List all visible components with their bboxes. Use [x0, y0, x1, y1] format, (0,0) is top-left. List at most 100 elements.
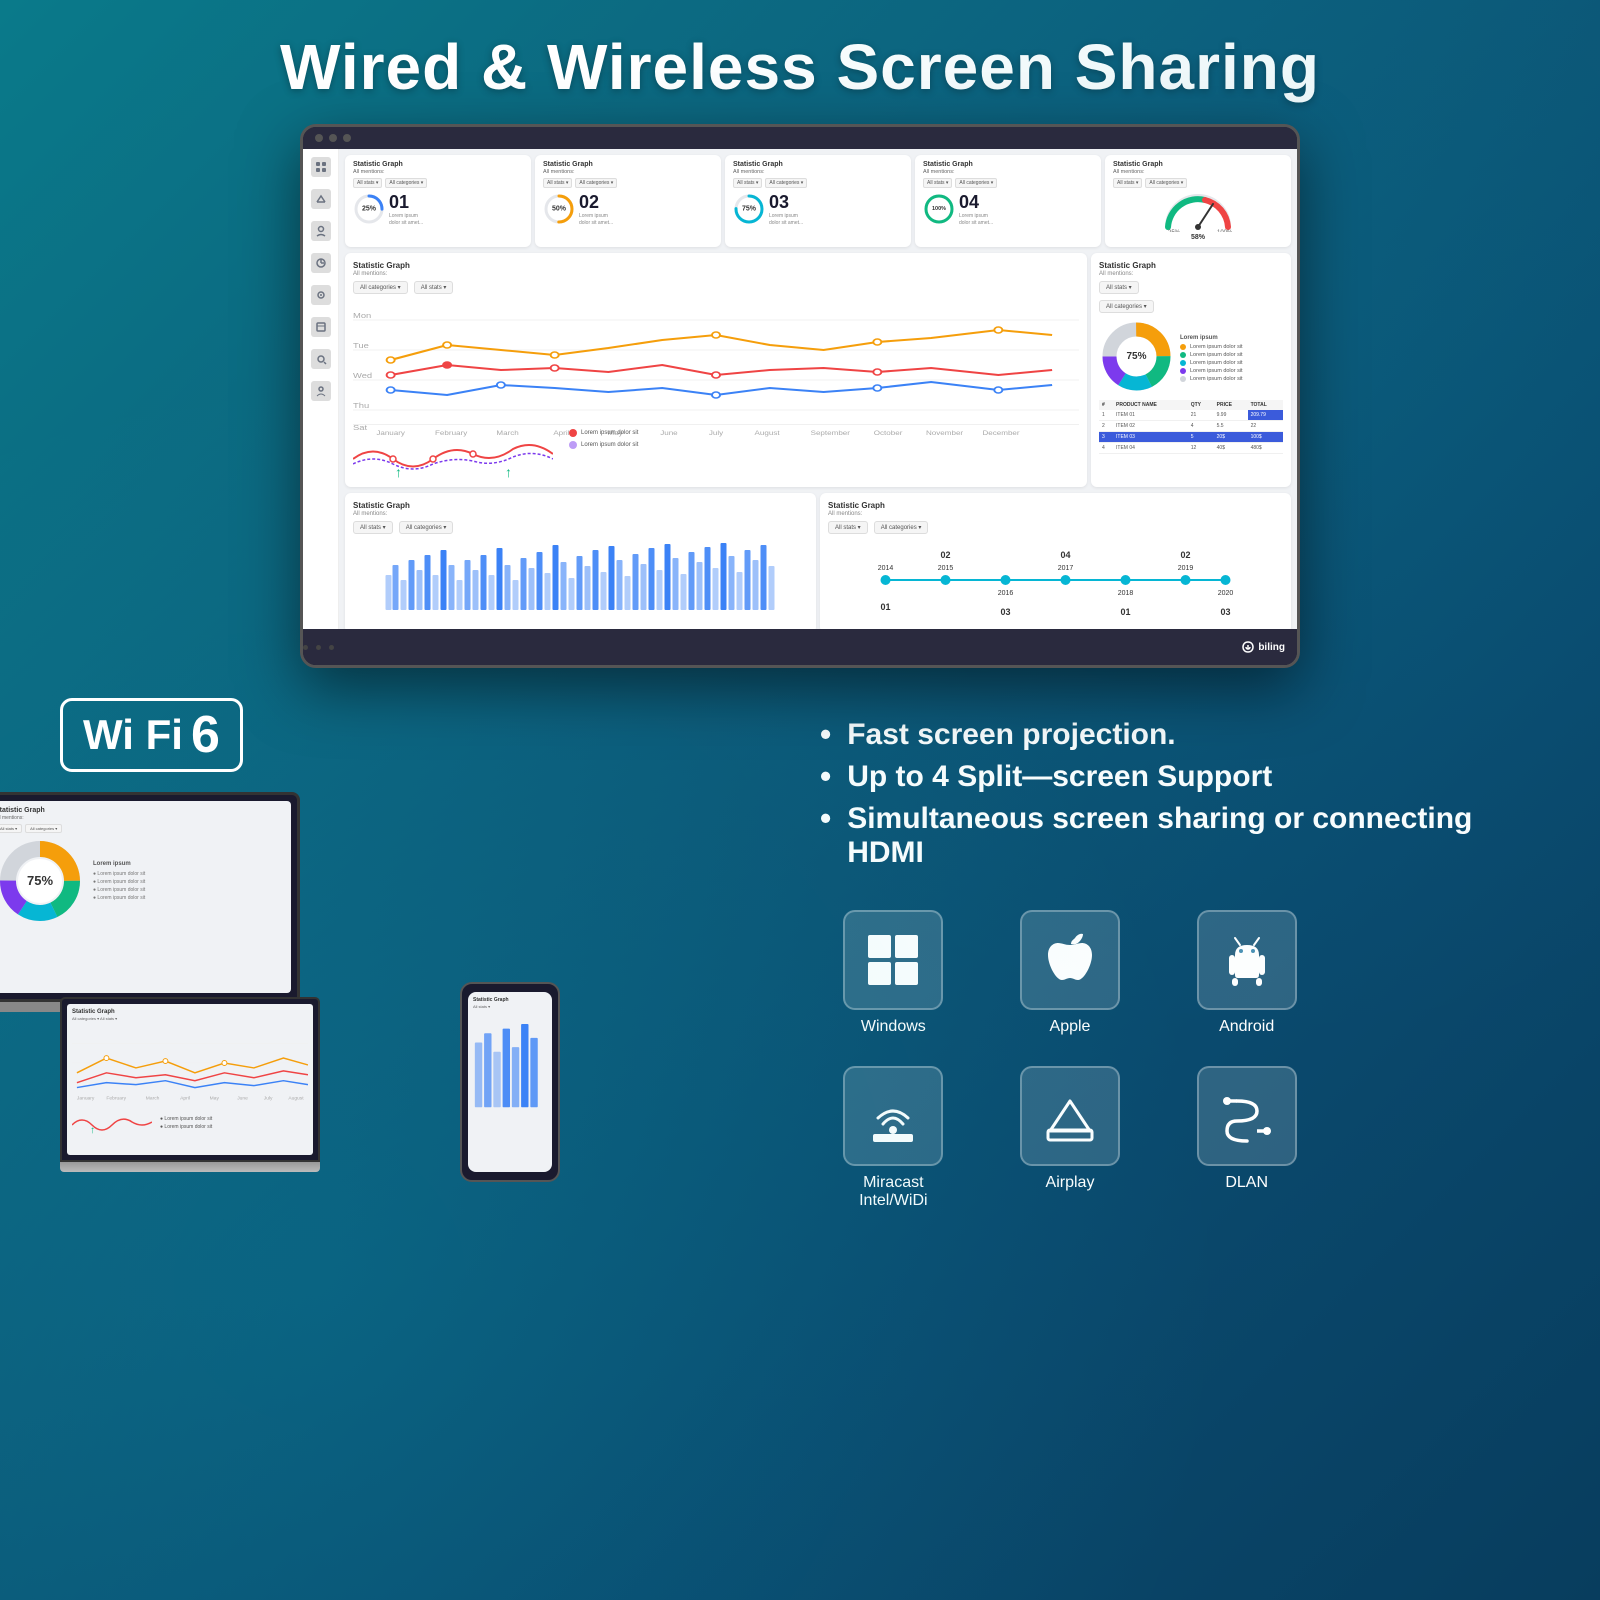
table-row: 2 ITEM 02 4 5.5 22: [1099, 421, 1283, 432]
stat-card-3-dropdown-stats[interactable]: All stats ▾: [733, 178, 762, 188]
table-col-product: PRODUCT NAME: [1113, 400, 1188, 410]
table-col-qty: QTY: [1188, 400, 1214, 410]
svg-text:June: June: [660, 430, 678, 437]
device-desktop-screen: Statistic Graph All mentions: All stats …: [0, 792, 300, 1002]
device-desktop-dd1[interactable]: All stats ▾: [0, 824, 22, 833]
device-laptop-sub: All categories ▾ All stats ▾: [72, 1016, 308, 1021]
stat-card-1-num: 01: [389, 192, 423, 213]
stat-card-5-title: Statistic Graph: [1113, 161, 1283, 168]
stat-card-3-title: Statistic Graph: [733, 161, 903, 168]
sidebar-icon-8[interactable]: [311, 381, 331, 401]
svg-text:75%: 75%: [27, 873, 53, 888]
bar-dropdown-cat[interactable]: All categories ▾: [399, 521, 454, 534]
svg-text:02: 02: [1180, 550, 1190, 560]
donut-legend-label-1: Lorem ipsum dolor sit: [1190, 344, 1243, 350]
table-col-price: PRICE: [1214, 400, 1248, 410]
table-row-highlight: 3 ITEM 03 5 20$ 100$: [1099, 432, 1283, 443]
stat-card-4-num: 04: [959, 192, 993, 213]
svg-text:Wed: Wed: [353, 371, 373, 379]
stat-card-2-dropdown-stats[interactable]: All stats ▾: [543, 178, 572, 188]
donut-dropdown-cat[interactable]: All categories ▾: [1099, 300, 1154, 313]
svg-text:June: June: [237, 1095, 248, 1101]
stat-card-1-title: Statistic Graph: [353, 161, 523, 168]
device-phone-sub: All stats ▾: [473, 1004, 547, 1009]
sidebar-icon-1[interactable]: [311, 157, 331, 177]
sidebar-icon-4[interactable]: [311, 253, 331, 273]
miracast-icon: [863, 1086, 923, 1146]
device-laptop: Statistic Graph All categories ▾ All sta…: [60, 997, 320, 1172]
timeline-dropdown-cat[interactable]: All categories ▾: [874, 521, 929, 534]
donut-legend-4: Lorem ipsum dolor sit: [1180, 368, 1243, 374]
stat-card-1-pct: 25%: [362, 206, 376, 213]
svg-text:August: August: [755, 430, 780, 437]
donut-body: 75% Lorem ipsum Lorem ipsum dolor sit: [1099, 319, 1283, 394]
svg-text:February: February: [106, 1095, 126, 1101]
bar-chart-panel: Statistic Graph All mentions: All stats …: [345, 493, 816, 629]
line-chart-title: Statistic Graph: [353, 261, 1079, 270]
donut-dropdown-stats[interactable]: All stats ▾: [1099, 281, 1139, 294]
sidebar-icon-5[interactable]: [311, 285, 331, 305]
donut-legend-3: Lorem ipsum dolor sit: [1180, 360, 1243, 366]
wifi6-badge: Wi Fi 6: [60, 698, 243, 772]
sidebar-icon-3[interactable]: [311, 221, 331, 241]
wave-legend: Lorem ipsum dolor sit Lorem ipsum dolor …: [569, 429, 638, 449]
line-chart-dropdown-stats[interactable]: All stats ▾: [414, 281, 454, 294]
device-desktop: Statistic Graph All mentions: All stats …: [0, 792, 300, 1026]
svg-text:Thu: Thu: [353, 401, 370, 409]
miracast-icon-item: MiracastIntel/WiDi: [820, 1066, 967, 1210]
bar-chart-sub: All mentions:: [353, 511, 808, 517]
donut-sub: All mentions:: [1099, 271, 1283, 277]
stat-card-2-desc: Lorem ipsumdolor sit amet...: [579, 213, 613, 226]
device-desktop-sub: All mentions:: [0, 815, 285, 821]
sidebar-icon-6[interactable]: [311, 317, 331, 337]
stat-card-4-dropdown-cat[interactable]: All categories ▾: [955, 178, 997, 188]
device-laptop-wave: ↑ ● Lorem ipsum dolor sit ● Lorem ipsum …: [72, 1110, 308, 1135]
device-laptop-dash: Statistic Graph All categories ▾ All sta…: [67, 1004, 313, 1155]
donut-dot-3: [1180, 360, 1186, 366]
sidebar-icon-7[interactable]: [311, 349, 331, 369]
device-desktop-controls: All stats ▾ All categories ▾: [0, 824, 285, 833]
monitor-bezel-top: [303, 127, 1297, 149]
svg-text:April: April: [553, 430, 570, 437]
timeline-dropdown-stats[interactable]: All stats ▾: [828, 521, 868, 534]
table-row: 1 ITEM 01 21 9.99 209.79: [1099, 410, 1283, 421]
stat-card-1-dropdown-stats[interactable]: All stats ▾: [353, 178, 382, 188]
stat-card-5-dropdown-cat[interactable]: All categories ▾: [1145, 178, 1187, 188]
speaker-dot-3: [329, 645, 334, 650]
donut-legend-label-4: Lorem ipsum dolor sit: [1190, 368, 1243, 374]
device-laptop-screen: Statistic Graph All categories ▾ All sta…: [60, 997, 320, 1162]
stat-card-1-dropdown-cat[interactable]: All categories ▾: [385, 178, 427, 188]
stat-card-3-dropdown-cat[interactable]: All categories ▾: [765, 178, 807, 188]
line-chart-dropdown-cat[interactable]: All categories ▾: [353, 281, 408, 294]
bar-dropdown-stats[interactable]: All stats ▾: [353, 521, 393, 534]
stat-card-4-progress: 100%: [923, 193, 955, 225]
stat-card-5-sub: All mentions:: [1113, 169, 1283, 175]
left-devices: Wi Fi 6 Statistic Graph All mentions: Al…: [60, 698, 780, 1192]
stat-card-3-num: 03: [769, 192, 803, 213]
donut-legend-label-5: Lorem ipsum dolor sit: [1190, 376, 1243, 382]
svg-text:September: September: [811, 430, 851, 437]
donut-legend-2: Lorem ipsum dolor sit: [1180, 352, 1243, 358]
sidebar-icon-2[interactable]: [311, 189, 331, 209]
device-laptop-title: Statistic Graph: [72, 1009, 308, 1015]
speaker-dot-2: [316, 645, 321, 650]
airplay-icon: [1040, 1086, 1100, 1146]
bezel-dot-2: [329, 134, 337, 142]
svg-text:Tue: Tue: [353, 341, 369, 349]
stat-card-5-dropdown-stats[interactable]: All stats ▾: [1113, 178, 1142, 188]
stat-card-2-dropdown-cat[interactable]: All categories ▾: [575, 178, 617, 188]
table-row: 4 ITEM 04 12 40$ 480$: [1099, 443, 1283, 454]
svg-text:↑: ↑: [90, 1125, 95, 1135]
svg-text:03: 03: [1220, 607, 1230, 617]
device-desktop-dd2[interactable]: All categories ▾: [25, 824, 62, 833]
svg-text:July: July: [709, 430, 724, 437]
donut-svg: 75%: [1099, 319, 1174, 394]
legend-item-1: Lorem ipsum dolor sit: [569, 429, 638, 437]
donut-dot-4: [1180, 368, 1186, 374]
windows-icon-box: [843, 910, 943, 1010]
svg-text:2018: 2018: [1118, 590, 1134, 597]
donut-legend-title: Lorem ipsum: [1180, 335, 1243, 341]
stat-card-4-dropdown-stats[interactable]: All stats ▾: [923, 178, 952, 188]
biling-logo: biling: [1241, 640, 1285, 654]
monitor-wrapper: Statistic Graph All mentions: All stats …: [0, 124, 1600, 668]
